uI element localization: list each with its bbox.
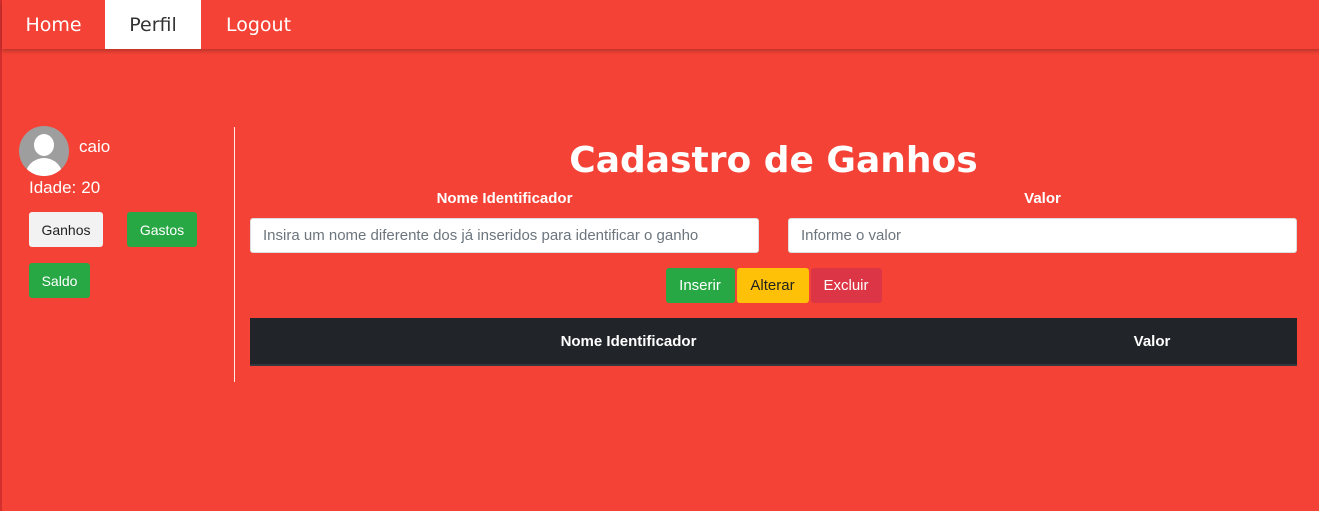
user-avatar-icon bbox=[19, 126, 69, 176]
valor-field-group: Valor bbox=[788, 190, 1297, 253]
nav-logout[interactable]: Logout bbox=[201, 0, 316, 49]
page-title: Cadastro de Ganhos bbox=[569, 140, 978, 181]
valor-label: Valor bbox=[1024, 190, 1061, 207]
nome-input[interactable] bbox=[250, 218, 759, 253]
excluir-button[interactable]: Excluir bbox=[810, 268, 882, 303]
top-navbar: Home Perfil Logout bbox=[2, 0, 1319, 49]
nav-home[interactable]: Home bbox=[2, 0, 105, 49]
form-actions: Inserir Alterar Excluir bbox=[250, 268, 1297, 303]
age-label: Idade: bbox=[29, 178, 77, 197]
form-fields: Nome Identificador Valor bbox=[250, 190, 1297, 253]
alterar-button[interactable]: Alterar bbox=[736, 268, 809, 303]
sidebar-buttons: Ganhos Gastos Saldo bbox=[19, 212, 219, 302]
username: caio bbox=[79, 137, 111, 156]
page: Home Perfil Logout caio Idade: 20 Ganhos… bbox=[0, 0, 1319, 511]
saldo-button[interactable]: Saldo bbox=[29, 263, 90, 298]
main-content: Cadastro de Ganhos Nome Identificador Va… bbox=[250, 127, 1297, 366]
profile-header: caio bbox=[19, 126, 219, 176]
valor-input[interactable] bbox=[788, 218, 1297, 253]
column-header-valor: Valor bbox=[1133, 332, 1171, 350]
nome-label: Nome Identificador bbox=[436, 190, 573, 207]
inserir-button[interactable]: Inserir bbox=[665, 268, 735, 303]
ganhos-table-header: Nome Identificador Valor bbox=[250, 318, 1297, 366]
ganhos-button[interactable]: Ganhos bbox=[29, 212, 103, 247]
column-header-nome: Nome Identificador bbox=[560, 332, 697, 350]
profile-sidebar: caio Idade: 20 Ganhos Gastos Saldo bbox=[19, 126, 219, 302]
age-line: Idade: 20 bbox=[29, 178, 219, 198]
gastos-button[interactable]: Gastos bbox=[127, 212, 197, 247]
nav-perfil[interactable]: Perfil bbox=[105, 0, 201, 49]
vertical-divider bbox=[234, 127, 235, 382]
age-value: 20 bbox=[81, 178, 101, 197]
nome-field-group: Nome Identificador bbox=[250, 190, 759, 253]
